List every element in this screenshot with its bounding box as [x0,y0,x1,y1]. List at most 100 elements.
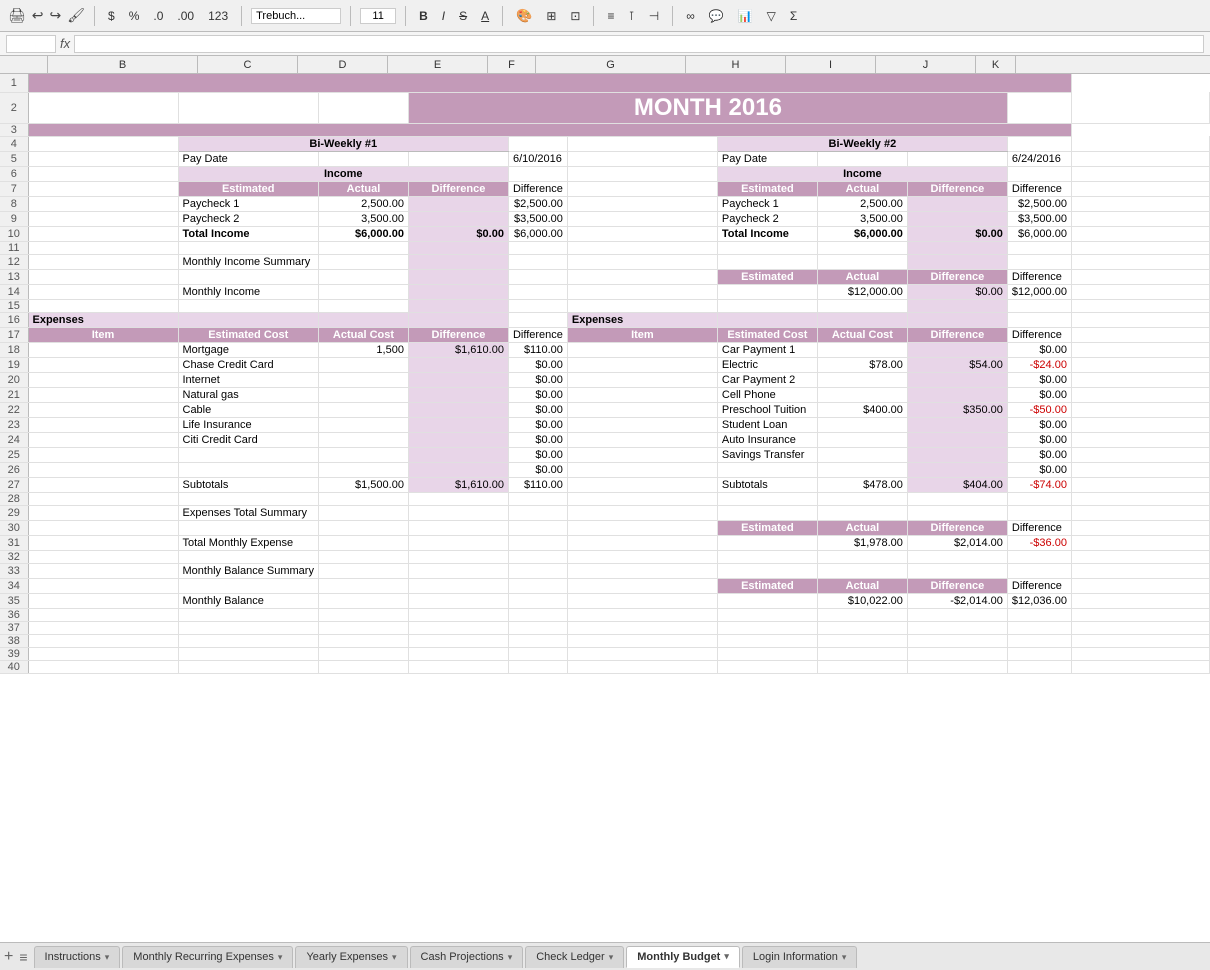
cell-r8-c3[interactable] [408,196,508,211]
cell-r39-c6[interactable] [717,647,817,660]
cell-r23-c2[interactable] [318,417,408,432]
cell-r28-c3[interactable] [408,492,508,505]
cell-r17-c3[interactable]: Difference [408,327,508,342]
cell-r10-c0[interactable] [28,226,178,241]
cell-r9-c7[interactable]: 3,500.00 [817,211,907,226]
cell-r34-c6[interactable]: Estimated [717,578,817,593]
cell-r10-c5[interactable] [567,226,717,241]
cell-r31-c7[interactable]: $1,978.00 [817,535,907,550]
cell-r28-c2[interactable] [318,492,408,505]
cell-r18-c8[interactable] [907,342,1007,357]
cell-r39-c8[interactable] [907,647,1007,660]
cell-r18-c9[interactable]: $0.00 [1007,342,1071,357]
merge-btn[interactable]: ⊡ [566,8,584,24]
cell-r36-c3[interactable] [408,608,508,621]
cell-r13-c3[interactable] [408,269,508,284]
cell-r10-c7[interactable]: $6,000.00 [817,226,907,241]
cell-r27-c9[interactable]: -$74.00 [1007,477,1071,492]
cell-r35-c1[interactable]: Monthly Balance [178,593,318,608]
cell-r10-c8[interactable]: $0.00 [907,226,1007,241]
cell-r5-c1[interactable]: Pay Date [178,151,318,166]
cell-r35-c8[interactable]: -$2,014.00 [907,593,1007,608]
cell-r39-c1[interactable] [178,647,318,660]
cell-r2-c1[interactable] [178,92,318,123]
cell-r34-c3[interactable] [408,578,508,593]
cell-r8-c1[interactable]: Paycheck 1 [178,196,318,211]
cell-r33-c8[interactable] [907,563,1007,578]
align-right-btn[interactable]: ⊣ [645,8,663,24]
cell-r23-c3[interactable] [408,417,508,432]
cell-r2-c0[interactable] [28,92,178,123]
cell-r26-c10[interactable] [1071,462,1209,477]
cell-r8-c6[interactable]: Paycheck 1 [717,196,817,211]
cell-r12-c4[interactable] [508,254,567,269]
cell-r6-c1[interactable]: Income [178,166,508,181]
cell-r20-c0[interactable] [28,372,178,387]
cell-r22-c6[interactable]: Preschool Tuition [717,402,817,417]
cell-r23-c4[interactable]: $0.00 [508,417,567,432]
cell-r26-c7[interactable] [817,462,907,477]
cell-r24-c10[interactable] [1071,432,1209,447]
cell-r17-c6[interactable]: Estimated Cost [717,327,817,342]
cell-r38-c2[interactable] [318,634,408,647]
cell-r28-c4[interactable] [508,492,567,505]
col-header-b[interactable]: B [48,56,198,73]
cell-r7-c4[interactable]: Difference [508,181,567,196]
cell-r13-c2[interactable] [318,269,408,284]
cell-r4-c4[interactable] [508,136,567,151]
print-icon[interactable]: 🖨 [8,7,26,24]
cell-r30-c1[interactable] [178,520,318,535]
cell-r28-c10[interactable] [1071,492,1209,505]
cell-r23-c7[interactable] [817,417,907,432]
formula-input[interactable] [74,35,1204,53]
cell-r14-c3[interactable] [408,284,508,299]
cell-r30-c7[interactable]: Actual [817,520,907,535]
cell-r13-c7[interactable]: Actual [817,269,907,284]
cell-r25-c6[interactable]: Savings Transfer [717,447,817,462]
cell-r21-c3[interactable] [408,387,508,402]
cell-r13-c8[interactable]: Difference [907,269,1007,284]
cell-r38-c8[interactable] [907,634,1007,647]
cell-r20-c2[interactable] [318,372,408,387]
cell-r39-c4[interactable] [508,647,567,660]
format-icon[interactable]: 🖌 [67,7,85,24]
cell-r26-c4[interactable]: $0.00 [508,462,567,477]
cell-r33-c6[interactable] [717,563,817,578]
cell-r38-c1[interactable] [178,634,318,647]
cell-r33-c0[interactable] [28,563,178,578]
cell-r6-c10[interactable] [1071,166,1209,181]
italic-btn[interactable]: I [438,8,449,24]
cell-r7-c5[interactable] [567,181,717,196]
cell-r18-c3[interactable]: $1,610.00 [408,342,508,357]
cell-r21-c9[interactable]: $0.00 [1007,387,1071,402]
borders-btn[interactable]: ⊞ [542,8,560,24]
cell-r32-c7[interactable] [817,550,907,563]
cell-r7-c6[interactable]: Estimated [717,181,817,196]
cell-r20-c4[interactable]: $0.00 [508,372,567,387]
sheet-list-btn[interactable]: ≡ [19,949,27,965]
cell-r38-c5[interactable] [567,634,717,647]
cell-r39-c0[interactable] [28,647,178,660]
cell-r16-c8[interactable] [907,312,1007,327]
cell-r21-c4[interactable]: $0.00 [508,387,567,402]
cell-r27-c4[interactable]: $110.00 [508,477,567,492]
cell-r16-c7[interactable] [817,312,907,327]
cell-r38-c0[interactable] [28,634,178,647]
cell-r19-c2[interactable] [318,357,408,372]
cell-r26-c3[interactable] [408,462,508,477]
cell-r6-c9[interactable] [1007,166,1071,181]
cell-r37-c4[interactable] [508,621,567,634]
cell-r36-c9[interactable] [1007,608,1071,621]
cell-r31-c0[interactable] [28,535,178,550]
cell-r36-c6[interactable] [717,608,817,621]
cell-r27-c1[interactable]: Subtotals [178,477,318,492]
cell-r32-c10[interactable] [1071,550,1209,563]
cell-r13-c9[interactable]: Difference [1007,269,1071,284]
cell-r9-c4[interactable]: $3,500.00 [508,211,567,226]
align-left-btn[interactable]: ≡ [603,8,618,24]
cell-r32-c1[interactable] [178,550,318,563]
cell-r9-c3[interactable] [408,211,508,226]
cell-r18-c2[interactable]: 1,500 [318,342,408,357]
cell-r4-c6[interactable]: Bi-Weekly #2 [717,136,1007,151]
cell-r19-c0[interactable] [28,357,178,372]
